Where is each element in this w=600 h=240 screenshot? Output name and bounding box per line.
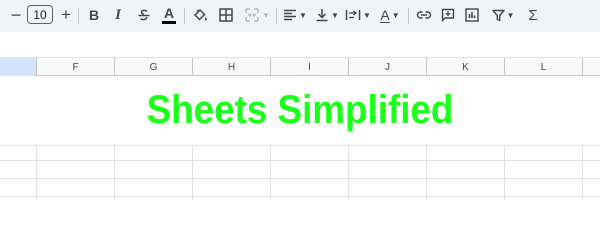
formatting-toolbar: − 10 + B I A ▼ ▼ ▼ ▼ A ▼ ▼ Σ bbox=[0, 0, 600, 32]
column-header-g[interactable]: G bbox=[114, 58, 192, 76]
row-gridline bbox=[0, 160, 600, 161]
text-wrap-icon bbox=[345, 10, 361, 20]
increase-font-size-button[interactable]: + bbox=[56, 4, 76, 26]
column-gridline bbox=[36, 146, 37, 200]
insert-chart-button[interactable] bbox=[462, 4, 482, 26]
font-size-input[interactable]: 10 bbox=[27, 5, 53, 24]
column-header-f[interactable]: F bbox=[36, 58, 114, 76]
chevron-down-icon: ▼ bbox=[391, 10, 400, 20]
borders-icon bbox=[219, 8, 233, 22]
merged-banner-cell[interactable]: Sheets Simplified bbox=[0, 76, 600, 146]
column-gridline bbox=[582, 146, 583, 200]
horizontal-align-button[interactable]: ▼ bbox=[282, 4, 308, 26]
fill-color-button[interactable] bbox=[190, 4, 210, 26]
column-gridline bbox=[426, 146, 427, 200]
toolbar-divider bbox=[408, 8, 409, 24]
text-color-letter: A bbox=[163, 4, 175, 21]
column-header-next[interactable] bbox=[582, 58, 600, 76]
chevron-down-icon: ▼ bbox=[331, 10, 339, 20]
strikethrough-icon bbox=[138, 9, 150, 21]
italic-button[interactable]: I bbox=[109, 4, 127, 26]
insert-comment-button[interactable] bbox=[438, 4, 458, 26]
insert-link-button[interactable] bbox=[414, 4, 434, 26]
chevron-down-icon: ▼ bbox=[299, 10, 307, 20]
chevron-down-icon: ▼ bbox=[262, 10, 270, 20]
toolbar-divider bbox=[276, 8, 277, 24]
filter-button[interactable]: ▼ bbox=[488, 4, 518, 26]
column-gridline bbox=[504, 146, 505, 200]
column-header-j[interactable]: J bbox=[348, 58, 426, 76]
merge-cells-button[interactable]: ▼ bbox=[242, 4, 272, 26]
empty-cell-area[interactable] bbox=[0, 146, 600, 200]
column-header-i[interactable]: I bbox=[270, 58, 348, 76]
align-left-icon bbox=[284, 9, 297, 21]
column-gridline bbox=[270, 146, 271, 200]
strikethrough-button[interactable] bbox=[134, 4, 154, 26]
column-gridline bbox=[114, 146, 115, 200]
toolbar-divider bbox=[184, 8, 185, 24]
filter-icon bbox=[491, 9, 505, 21]
column-header-row: F G H I J K L bbox=[0, 57, 600, 76]
paint-bucket-icon bbox=[192, 8, 208, 23]
text-color-swatch bbox=[162, 20, 176, 24]
vertical-align-button[interactable]: ▼ bbox=[314, 4, 340, 26]
spreadsheet-grid: F G H I J K L Sheets Simplified bbox=[0, 57, 600, 200]
column-gridline bbox=[348, 146, 349, 200]
functions-button[interactable]: Σ bbox=[524, 4, 542, 26]
text-rotation-button[interactable]: A ▼ bbox=[376, 4, 404, 26]
borders-button[interactable] bbox=[216, 4, 236, 26]
decrease-font-size-button[interactable]: − bbox=[6, 4, 26, 26]
column-header-k[interactable]: K bbox=[426, 58, 504, 76]
merge-cells-icon bbox=[245, 8, 259, 22]
chart-icon bbox=[465, 8, 479, 22]
chevron-down-icon: ▼ bbox=[363, 10, 371, 20]
bold-button[interactable]: B bbox=[85, 4, 103, 26]
column-header-l[interactable]: L bbox=[504, 58, 582, 76]
toolbar-divider bbox=[78, 8, 79, 24]
row-gridline bbox=[0, 178, 600, 179]
column-header-h[interactable]: H bbox=[192, 58, 270, 76]
row-gridline bbox=[0, 196, 600, 197]
select-all-corner[interactable] bbox=[0, 58, 36, 76]
align-bottom-icon bbox=[316, 9, 328, 22]
chevron-down-icon: ▼ bbox=[506, 10, 515, 20]
text-color-button[interactable]: A bbox=[158, 4, 180, 26]
text-rotation-letter: A bbox=[380, 7, 390, 23]
banner-title: Sheets Simplified bbox=[146, 88, 454, 132]
column-gridline bbox=[192, 146, 193, 200]
link-icon bbox=[416, 11, 432, 19]
text-wrapping-button[interactable]: ▼ bbox=[344, 4, 372, 26]
add-comment-icon bbox=[441, 8, 455, 22]
